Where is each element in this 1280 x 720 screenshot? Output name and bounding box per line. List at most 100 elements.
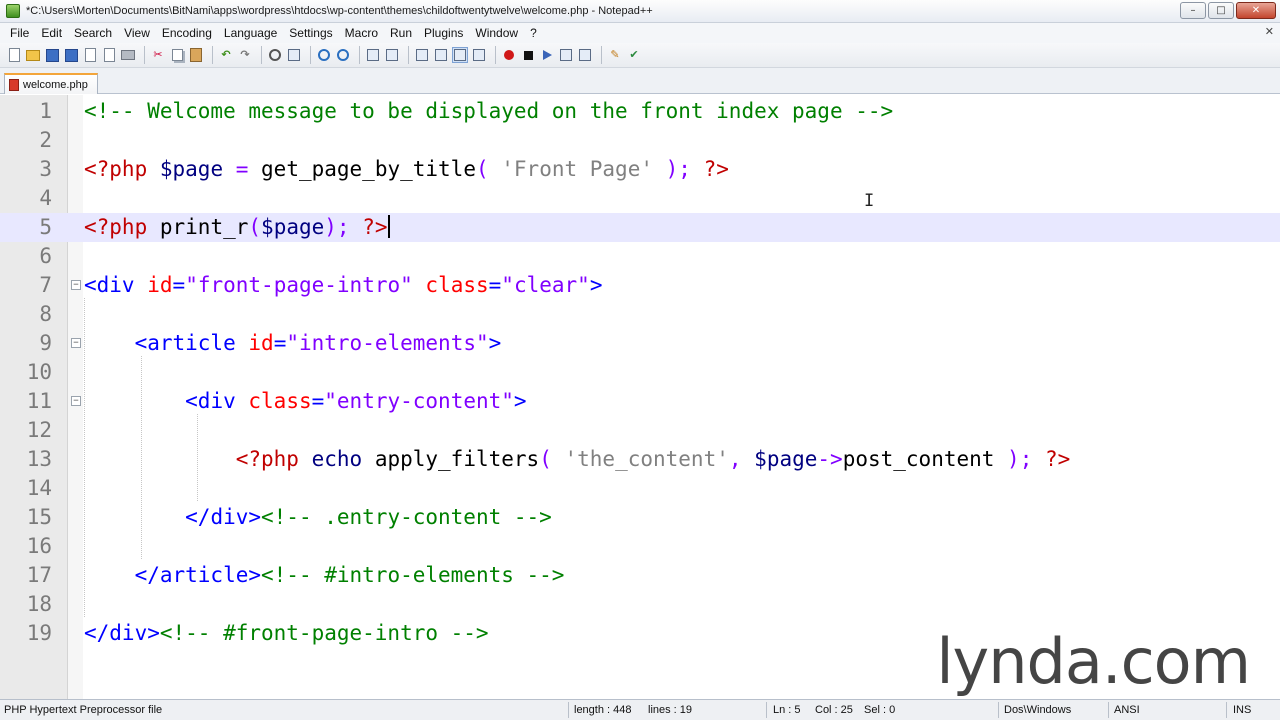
- line-number: 2: [39, 128, 52, 152]
- code-line[interactable]: 16: [0, 532, 1280, 561]
- menu-language[interactable]: Language: [218, 23, 283, 43]
- code-line[interactable]: 6: [0, 242, 1280, 271]
- code-line[interactable]: 10: [0, 358, 1280, 387]
- paste-icon[interactable]: [188, 47, 204, 63]
- new-file-icon[interactable]: [6, 47, 22, 63]
- toolbar-separator: [601, 46, 602, 64]
- menu-settings[interactable]: Settings: [283, 23, 338, 43]
- status-encoding[interactable]: ANSI: [1114, 700, 1140, 720]
- all-chars-icon[interactable]: [433, 47, 449, 63]
- window-title: *C:\Users\Morten\Documents\BitNami\apps\…: [26, 5, 653, 17]
- open-file-icon[interactable]: [25, 47, 41, 63]
- toolbar-separator: [212, 46, 213, 64]
- code-token: (: [248, 215, 262, 239]
- code-line[interactable]: 5 <?php print_r($page); ?>: [0, 213, 1280, 242]
- code-token: ?>: [1044, 447, 1071, 471]
- edit-icon[interactable]: ✎: [607, 47, 623, 63]
- status-insert-mode[interactable]: INS: [1233, 700, 1251, 720]
- code-line[interactable]: 3 <?php $page = get_page_by_title( 'Front…: [0, 155, 1280, 184]
- close-all-icon[interactable]: [101, 47, 117, 63]
- code-line[interactable]: 8: [0, 300, 1280, 329]
- stop-macro-icon[interactable]: [520, 47, 536, 63]
- code-token: );: [652, 157, 704, 181]
- code-line[interactable]: 7− <div id="front-page-intro" class="clea…: [0, 271, 1280, 300]
- menu-plugins[interactable]: Plugins: [418, 23, 469, 43]
- fold-toggle-icon[interactable]: −: [71, 396, 81, 406]
- code-token: =: [273, 331, 287, 355]
- run-macro-multiple-icon[interactable]: [558, 47, 574, 63]
- maximize-button[interactable]: □: [1208, 2, 1234, 19]
- notepad-app-icon[interactable]: [6, 4, 20, 18]
- code-token: ?>: [362, 215, 388, 239]
- menu-help[interactable]: ?: [524, 23, 543, 43]
- tab-bar: welcome.php: [0, 68, 1280, 94]
- code-text: <?php echo apply_filters( 'the_content',…: [84, 445, 1071, 474]
- replace-icon[interactable]: [286, 47, 302, 63]
- sync-v-icon[interactable]: [365, 47, 381, 63]
- indent-guide-icon[interactable]: [452, 47, 468, 63]
- code-token: post_content: [842, 447, 995, 471]
- code-token: apply_filters: [374, 447, 540, 471]
- text-caret: [387, 215, 390, 238]
- save-icon[interactable]: [44, 47, 60, 63]
- tab-welcome-php[interactable]: welcome.php: [4, 73, 98, 94]
- doc-map-icon[interactable]: [471, 47, 487, 63]
- save-macro-icon[interactable]: [577, 47, 593, 63]
- code-token: =: [223, 157, 262, 181]
- status-eol-format[interactable]: Dos\Windows: [1004, 700, 1071, 720]
- save-all-icon[interactable]: [63, 47, 79, 63]
- code-token: get_page_by_title: [261, 157, 476, 181]
- cut-icon[interactable]: ✂: [150, 47, 166, 63]
- close-document-icon[interactable]: ✕: [1265, 25, 1274, 38]
- word-wrap-icon[interactable]: [414, 47, 430, 63]
- play-macro-icon[interactable]: [539, 47, 555, 63]
- code-line[interactable]: 17 </article><!-- #intro-elements -->: [0, 561, 1280, 590]
- notepad-plus-plus-window: *C:\Users\Morten\Documents\BitNami\apps\…: [0, 0, 1280, 720]
- close-window-button[interactable]: ✕: [1236, 2, 1276, 19]
- menu-run[interactable]: Run: [384, 23, 418, 43]
- code-line[interactable]: 9 − <article id="intro-elements">: [0, 329, 1280, 358]
- undo-icon[interactable]: ↶: [218, 47, 234, 63]
- code-line[interactable]: 11 − <div class="entry-content">: [0, 387, 1280, 416]
- code-line[interactable]: 12: [0, 416, 1280, 445]
- code-line[interactable]: 14: [0, 474, 1280, 503]
- code-token: </div>: [185, 505, 262, 529]
- zoom-in-icon[interactable]: [316, 47, 332, 63]
- menu-window[interactable]: Window: [469, 23, 524, 43]
- line-number: 17: [26, 563, 52, 587]
- spell-check-icon[interactable]: ✔: [626, 47, 642, 63]
- zoom-out-icon[interactable]: [335, 47, 351, 63]
- code-editor[interactable]: 1 <!-- Welcome message to be displayed on…: [0, 95, 1280, 699]
- menu-macro[interactable]: Macro: [339, 23, 384, 43]
- code-line[interactable]: 2: [0, 126, 1280, 155]
- menu-edit[interactable]: Edit: [35, 23, 68, 43]
- fold-toggle-icon[interactable]: −: [71, 338, 81, 348]
- find-icon[interactable]: [267, 47, 283, 63]
- line-number: 11: [26, 389, 52, 413]
- close-icon[interactable]: [82, 47, 98, 63]
- menu-search[interactable]: Search: [68, 23, 118, 43]
- code-line[interactable]: 4: [0, 184, 1280, 213]
- print-icon[interactable]: [120, 47, 136, 63]
- code-line[interactable]: 1 <!-- Welcome message to be displayed on…: [0, 97, 1280, 126]
- menu-file[interactable]: File: [4, 23, 35, 43]
- minimize-button[interactable]: –: [1180, 2, 1206, 19]
- line-number: 13: [26, 447, 52, 471]
- status-column: Col : 25: [815, 704, 853, 716]
- fold-toggle-icon[interactable]: −: [71, 280, 81, 290]
- record-macro-icon[interactable]: [501, 47, 517, 63]
- code-line[interactable]: 18: [0, 590, 1280, 619]
- menu-encoding[interactable]: Encoding: [156, 23, 218, 43]
- code-line[interactable]: 13 <?php echo apply_filters( 'the_conten…: [0, 445, 1280, 474]
- menu-view[interactable]: View: [118, 23, 156, 43]
- code-token: "entry-content": [324, 389, 514, 413]
- title-bar[interactable]: *C:\Users\Morten\Documents\BitNami\apps\…: [0, 0, 1280, 23]
- line-number: 18: [26, 592, 52, 616]
- sync-h-icon[interactable]: [384, 47, 400, 63]
- copy-icon[interactable]: [169, 47, 185, 63]
- redo-icon[interactable]: ↷: [237, 47, 253, 63]
- line-number: 12: [26, 418, 52, 442]
- menu-bar: File Edit Search View Encoding Language …: [0, 23, 1280, 43]
- code-line[interactable]: 15 </div><!-- .entry-content -->: [0, 503, 1280, 532]
